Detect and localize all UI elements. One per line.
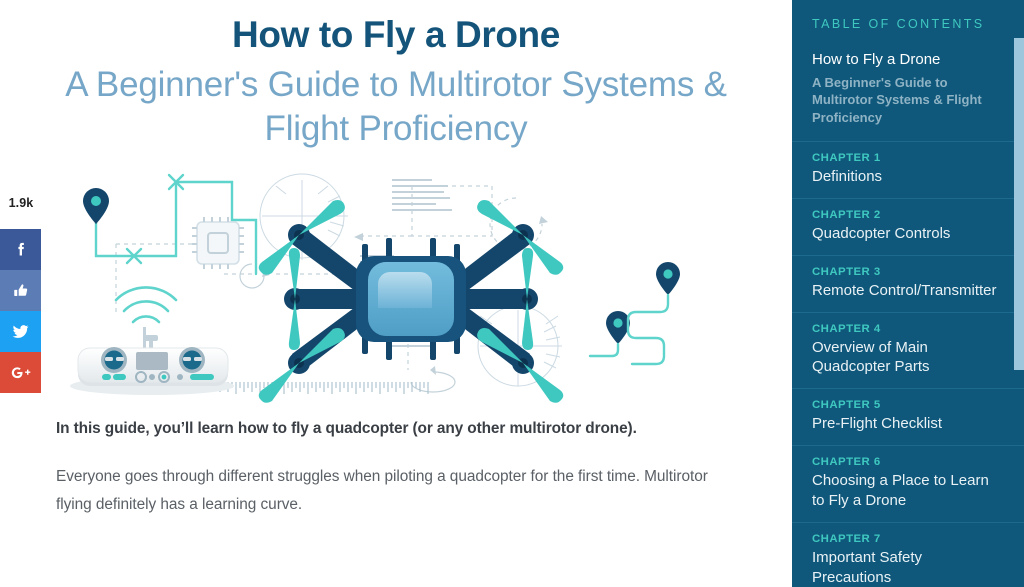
drone-illustration-svg <box>70 173 680 404</box>
toc-item-chapter-6[interactable]: CHAPTER 6 Choosing a Place to Learn to F… <box>792 446 1024 524</box>
toc-chapter-label: Definitions <box>812 167 883 185</box>
toc-chapter-label: Remote Control/Transmitter <box>812 281 997 299</box>
toc-chapter-number: CHAPTER 6 <box>812 456 881 469</box>
facebook-icon <box>11 240 31 260</box>
facebook-like-button[interactable] <box>0 270 41 311</box>
wifi-signal-icon <box>114 286 178 324</box>
toc-item-chapter-5[interactable]: CHAPTER 5 Pre-Flight Checklist <box>792 389 1024 447</box>
drone-canopy <box>378 272 432 309</box>
teal-route-path <box>588 294 670 366</box>
toc-intro-title: How to Fly a Drone <box>812 51 941 68</box>
page-title: How to Fly a Drone <box>232 14 560 55</box>
toc-chapter-number: CHAPTER 7 <box>812 533 881 546</box>
microchip-icon <box>192 217 244 270</box>
toc-chapter-number: CHAPTER 3 <box>812 265 881 278</box>
toc-item-chapter-4[interactable]: CHAPTER 4 Overview of Main Quadcopter Pa… <box>792 313 1024 390</box>
map-pin-icon <box>656 262 680 296</box>
toc-chapter-number: CHAPTER 4 <box>812 322 881 335</box>
controller-antenna-tip <box>144 335 158 342</box>
thumbs-up-icon <box>11 281 31 301</box>
hexacopter <box>258 200 564 404</box>
toc-item-chapter-3[interactable]: CHAPTER 3 Remote Control/Transmitter <box>792 256 1024 313</box>
facebook-share-button[interactable] <box>0 229 41 270</box>
page-subtitle: A Beginner's Guide to Multirotor Systems… <box>65 64 727 149</box>
toc-chapter-label: Important Safety Precautions <box>812 549 923 587</box>
map-pin-icon <box>606 311 630 345</box>
body-paragraph: Everyone goes through different struggle… <box>56 468 708 513</box>
twitter-icon <box>10 321 31 342</box>
controller-screen <box>136 352 168 371</box>
ruler <box>215 382 429 395</box>
sidebar-scrollbar-thumb[interactable] <box>1014 38 1024 370</box>
table-of-contents-sidebar: TABLE OF CONTENTS How to Fly a Drone A B… <box>792 0 1024 587</box>
toc-intro-subtitle: A Beginner's Guide to Multirotor Systems… <box>812 75 982 125</box>
article-content: How to Fly a Drone A Beginner's Guide to… <box>0 0 792 587</box>
toc-chapter-label: Quadcopter Controls <box>812 224 951 242</box>
twitter-share-button[interactable] <box>0 311 41 352</box>
toc-intro-item[interactable]: How to Fly a Drone A Beginner's Guide to… <box>792 31 1024 142</box>
sidebar-scrollbar-track[interactable] <box>1014 0 1024 587</box>
google-plus-share-button[interactable] <box>0 352 41 393</box>
toc-item-chapter-7[interactable]: CHAPTER 7 Important Safety Precautions <box>792 523 1024 587</box>
google-plus-icon <box>10 362 32 384</box>
toc-chapter-label: Choosing a Place to Learn to Fly a Drone <box>812 472 989 510</box>
social-share-rail: 1.9k <box>0 196 42 393</box>
toc-item-chapter-2[interactable]: CHAPTER 2 Quadcopter Controls <box>792 199 1024 256</box>
toc-chapter-number: CHAPTER 2 <box>812 208 881 221</box>
lede-paragraph: In this guide, you’ll learn how to fly a… <box>56 420 637 438</box>
toc-chapter-label: Overview of Main Quadcopter Parts <box>812 338 930 376</box>
remote-controller <box>70 335 234 396</box>
page-root: How to Fly a Drone A Beginner's Guide to… <box>0 0 1024 587</box>
toc-chapter-label: Pre-Flight Checklist <box>812 415 943 433</box>
toc-chapter-number: CHAPTER 5 <box>812 399 881 412</box>
toc-header: TABLE OF CONTENTS <box>812 17 985 31</box>
share-count: 1.9k <box>8 196 34 210</box>
drone-illustration <box>56 164 736 404</box>
toc-chapter-number: CHAPTER 1 <box>812 151 881 164</box>
map-pin-icon <box>83 188 109 225</box>
toc-item-chapter-1[interactable]: CHAPTER 1 Definitions <box>792 142 1024 199</box>
